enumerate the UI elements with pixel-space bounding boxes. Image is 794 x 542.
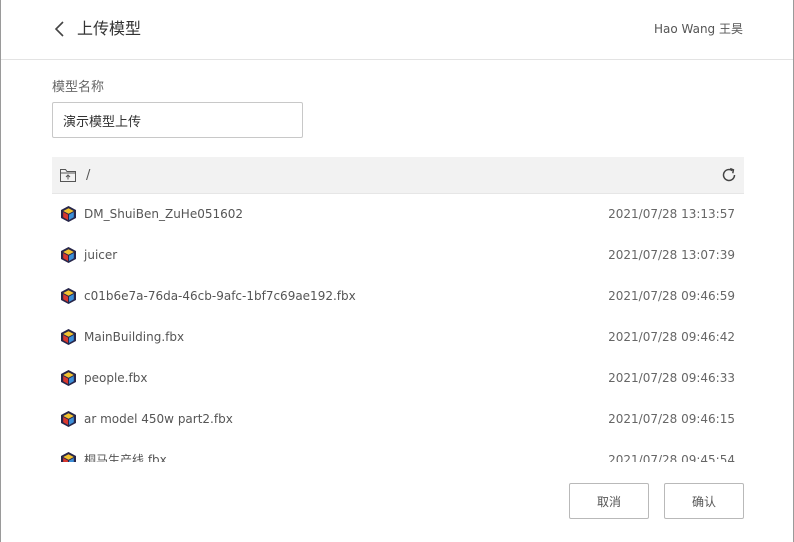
chevron-left-icon (54, 21, 64, 37)
file-date: 2021/07/28 13:07:39 (608, 248, 735, 262)
folder-up-icon[interactable] (59, 167, 77, 183)
file-name: ar model 450w part2.fbx (84, 412, 233, 426)
file-name: c01b6e7a-76da-46cb-9afc-1bf7c69ae192.fbx (84, 289, 356, 303)
file-date: 2021/07/28 09:45:54 (608, 453, 735, 462)
model-cube-icon (60, 451, 77, 462)
model-name-input[interactable] (52, 102, 303, 138)
file-row[interactable]: ar model 450w part2.fbx 2021/07/28 09:46… (52, 399, 744, 440)
file-name: MainBuilding.fbx (84, 330, 185, 344)
model-cube-icon (60, 287, 77, 305)
file-row[interactable]: 桐马生产线.fbx 2021/07/28 09:45:54 (52, 440, 744, 462)
file-row[interactable]: c01b6e7a-76da-46cb-9afc-1bf7c69ae192.fbx… (52, 276, 744, 317)
model-cube-icon (60, 246, 77, 264)
file-date: 2021/07/28 09:46:42 (608, 330, 735, 344)
back-button[interactable] (51, 16, 71, 42)
file-row[interactable]: DM_ShuiBen_ZuHe051602 2021/07/28 13:13:5… (52, 194, 744, 235)
model-cube-icon (60, 410, 77, 428)
file-date: 2021/07/28 09:46:33 (608, 371, 735, 385)
upload-model-dialog: 上传模型 Hao Wang 王昊 模型名称 / (0, 0, 794, 542)
current-path: / (86, 168, 91, 183)
model-cube-icon (60, 328, 77, 346)
model-cube-icon (60, 205, 77, 223)
file-row[interactable]: MainBuilding.fbx 2021/07/28 09:46:42 (52, 317, 744, 358)
page-title: 上传模型 (77, 19, 142, 38)
file-name: juicer (84, 248, 118, 262)
file-date: 2021/07/28 09:46:15 (608, 412, 735, 426)
file-row[interactable]: juicer 2021/07/28 13:07:39 (52, 235, 744, 276)
cancel-button[interactable]: 取消 (569, 483, 649, 519)
model-cube-icon (60, 369, 77, 387)
user-name[interactable]: Hao Wang 王昊 (654, 20, 743, 38)
file-browser: / DM_ShuiBen_ZuHe051602 2021/07/28 13:13… (52, 157, 744, 462)
dialog-header: 上传模型 Hao Wang 王昊 (1, 0, 793, 60)
model-name-label: 模型名称 (52, 80, 105, 95)
file-date: 2021/07/28 13:13:57 (608, 207, 735, 221)
file-browser-toolbar: / (52, 157, 744, 194)
file-date: 2021/07/28 09:46:59 (608, 289, 735, 303)
file-row[interactable]: people.fbx 2021/07/28 09:46:33 (52, 358, 744, 399)
confirm-button[interactable]: 确认 (664, 483, 744, 519)
file-list: DM_ShuiBen_ZuHe051602 2021/07/28 13:13:5… (52, 194, 744, 462)
file-name: DM_ShuiBen_ZuHe051602 (84, 207, 244, 221)
refresh-icon[interactable] (720, 166, 738, 184)
file-name: 桐马生产线.fbx (84, 453, 167, 462)
file-name: people.fbx (84, 371, 148, 385)
